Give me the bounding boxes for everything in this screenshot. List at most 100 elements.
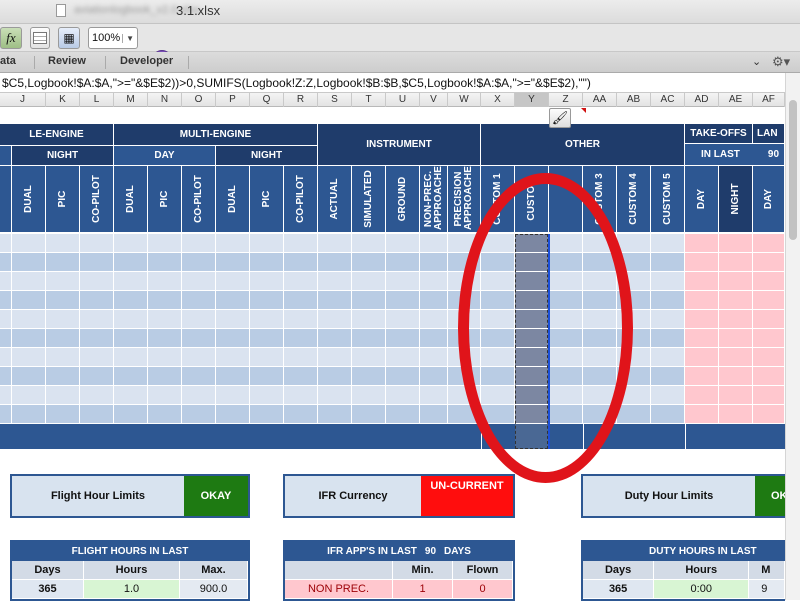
grid-cell[interactable] bbox=[617, 367, 651, 386]
grid-cell[interactable] bbox=[80, 367, 114, 386]
grid-cell[interactable] bbox=[46, 253, 80, 272]
grid-cell[interactable] bbox=[515, 329, 549, 348]
grid-cell[interactable] bbox=[386, 367, 420, 386]
grid-cell[interactable] bbox=[386, 253, 420, 272]
grid-cell[interactable] bbox=[352, 272, 386, 291]
grid-cell[interactable] bbox=[481, 329, 515, 348]
grid-cell[interactable] bbox=[617, 329, 651, 348]
scrollbar-thumb[interactable] bbox=[789, 100, 797, 240]
grid-cell[interactable] bbox=[114, 234, 148, 253]
grid-cell[interactable] bbox=[148, 367, 182, 386]
grid-cell[interactable] bbox=[216, 310, 250, 329]
grid-cell[interactable] bbox=[549, 234, 583, 253]
grid-cell[interactable] bbox=[114, 253, 148, 272]
grid-cell[interactable] bbox=[250, 253, 284, 272]
grid-cell[interactable] bbox=[685, 367, 719, 386]
share-button[interactable]: ▦ bbox=[58, 27, 80, 49]
formula-bar[interactable]: $C5,Logbook!$A:$A,">="&$E$2))>0,SUMIFS(L… bbox=[0, 73, 785, 93]
grid-cell[interactable] bbox=[617, 405, 651, 424]
grid-cell[interactable] bbox=[386, 329, 420, 348]
grid-cell[interactable] bbox=[685, 253, 719, 272]
grid-cell[interactable] bbox=[515, 310, 549, 329]
grid-cell[interactable] bbox=[515, 234, 549, 253]
grid-cell[interactable] bbox=[216, 253, 250, 272]
grid-cell[interactable] bbox=[216, 348, 250, 367]
grid-cell[interactable] bbox=[318, 291, 352, 310]
grid-cell[interactable] bbox=[80, 234, 114, 253]
grid-cell[interactable] bbox=[549, 291, 583, 310]
grid-cell[interactable] bbox=[651, 329, 685, 348]
min-value[interactable]: 1 bbox=[393, 580, 453, 599]
grid-cell[interactable] bbox=[753, 291, 785, 310]
group-header-other[interactable]: OTHER bbox=[481, 124, 685, 166]
grid-cell[interactable] bbox=[318, 329, 352, 348]
grid-cell[interactable] bbox=[114, 291, 148, 310]
grid-cell[interactable] bbox=[515, 272, 549, 291]
grid-cell[interactable] bbox=[753, 405, 785, 424]
grid-cell[interactable] bbox=[12, 310, 46, 329]
grid-cell[interactable] bbox=[753, 234, 785, 253]
subheader-cell[interactable]: CO-PILOT bbox=[284, 166, 318, 232]
subheader-cell[interactable]: ACTUAL bbox=[318, 166, 352, 232]
grid-cell[interactable] bbox=[386, 386, 420, 405]
grid-cell[interactable] bbox=[250, 291, 284, 310]
grid-cell[interactable] bbox=[515, 291, 549, 310]
grid-cell[interactable] bbox=[0, 234, 12, 253]
grid-cell[interactable] bbox=[583, 329, 617, 348]
grid-cell[interactable] bbox=[114, 348, 148, 367]
grid-cell[interactable] bbox=[448, 329, 481, 348]
grid-cell[interactable] bbox=[250, 348, 284, 367]
grid-cell[interactable] bbox=[719, 405, 753, 424]
column-header[interactable]: P bbox=[216, 93, 250, 107]
grid-cell[interactable] bbox=[46, 272, 80, 291]
grid-cell[interactable] bbox=[352, 386, 386, 405]
subheader-cell[interactable]: GROUND bbox=[386, 166, 420, 232]
column-header[interactable]: V bbox=[420, 93, 448, 107]
grid-cell[interactable] bbox=[685, 272, 719, 291]
grid-cell[interactable] bbox=[46, 234, 80, 253]
column-header[interactable]: Q bbox=[250, 93, 284, 107]
formula-builder-button[interactable]: fx bbox=[0, 27, 22, 49]
grid-cell[interactable] bbox=[216, 291, 250, 310]
column-header[interactable]: W bbox=[448, 93, 481, 107]
grid-cell[interactable] bbox=[0, 291, 12, 310]
grid-cell[interactable] bbox=[318, 310, 352, 329]
grid-cell[interactable] bbox=[617, 310, 651, 329]
grid-cell[interactable] bbox=[284, 386, 318, 405]
grid-cell[interactable] bbox=[12, 272, 46, 291]
grid-cell[interactable] bbox=[284, 367, 318, 386]
grid-cell[interactable] bbox=[46, 367, 80, 386]
subheader-cell[interactable]: PRECISION APPROACHES bbox=[448, 166, 481, 232]
grid-cell[interactable] bbox=[80, 386, 114, 405]
grid-cell[interactable] bbox=[182, 367, 216, 386]
grid-cell[interactable] bbox=[685, 405, 719, 424]
grid-cell[interactable] bbox=[719, 367, 753, 386]
approach-type[interactable]: NON PREC. bbox=[285, 580, 393, 599]
grid-cell[interactable] bbox=[420, 272, 448, 291]
column-header[interactable]: AD bbox=[685, 93, 719, 107]
subheader-cell[interactable]: DUAL bbox=[216, 166, 250, 232]
subheader-cell[interactable]: CO-PILOT bbox=[182, 166, 216, 232]
grid-cell[interactable] bbox=[0, 386, 12, 405]
grid-cell[interactable] bbox=[420, 234, 448, 253]
grid-cell[interactable] bbox=[448, 386, 481, 405]
grid-cell[interactable] bbox=[549, 310, 583, 329]
column-header[interactable]: L bbox=[80, 93, 114, 107]
grid-cell[interactable] bbox=[617, 234, 651, 253]
grid-cell[interactable] bbox=[352, 253, 386, 272]
grid-cell[interactable] bbox=[216, 367, 250, 386]
grid-cell[interactable] bbox=[549, 386, 583, 405]
grid-cell[interactable] bbox=[182, 310, 216, 329]
grid-cell[interactable] bbox=[719, 348, 753, 367]
column-header[interactable]: M bbox=[114, 93, 148, 107]
grid-cell[interactable] bbox=[651, 234, 685, 253]
column-header[interactable]: N bbox=[148, 93, 182, 107]
header-in-last[interactable]: IN LAST 90 bbox=[685, 144, 785, 166]
grid-cell[interactable] bbox=[481, 272, 515, 291]
grid-cell[interactable] bbox=[617, 272, 651, 291]
grid-cell[interactable] bbox=[420, 367, 448, 386]
grid-cell[interactable] bbox=[148, 291, 182, 310]
totals-selected-cell[interactable] bbox=[515, 424, 549, 449]
grid-cell[interactable] bbox=[481, 386, 515, 405]
grid-cell[interactable] bbox=[515, 253, 549, 272]
